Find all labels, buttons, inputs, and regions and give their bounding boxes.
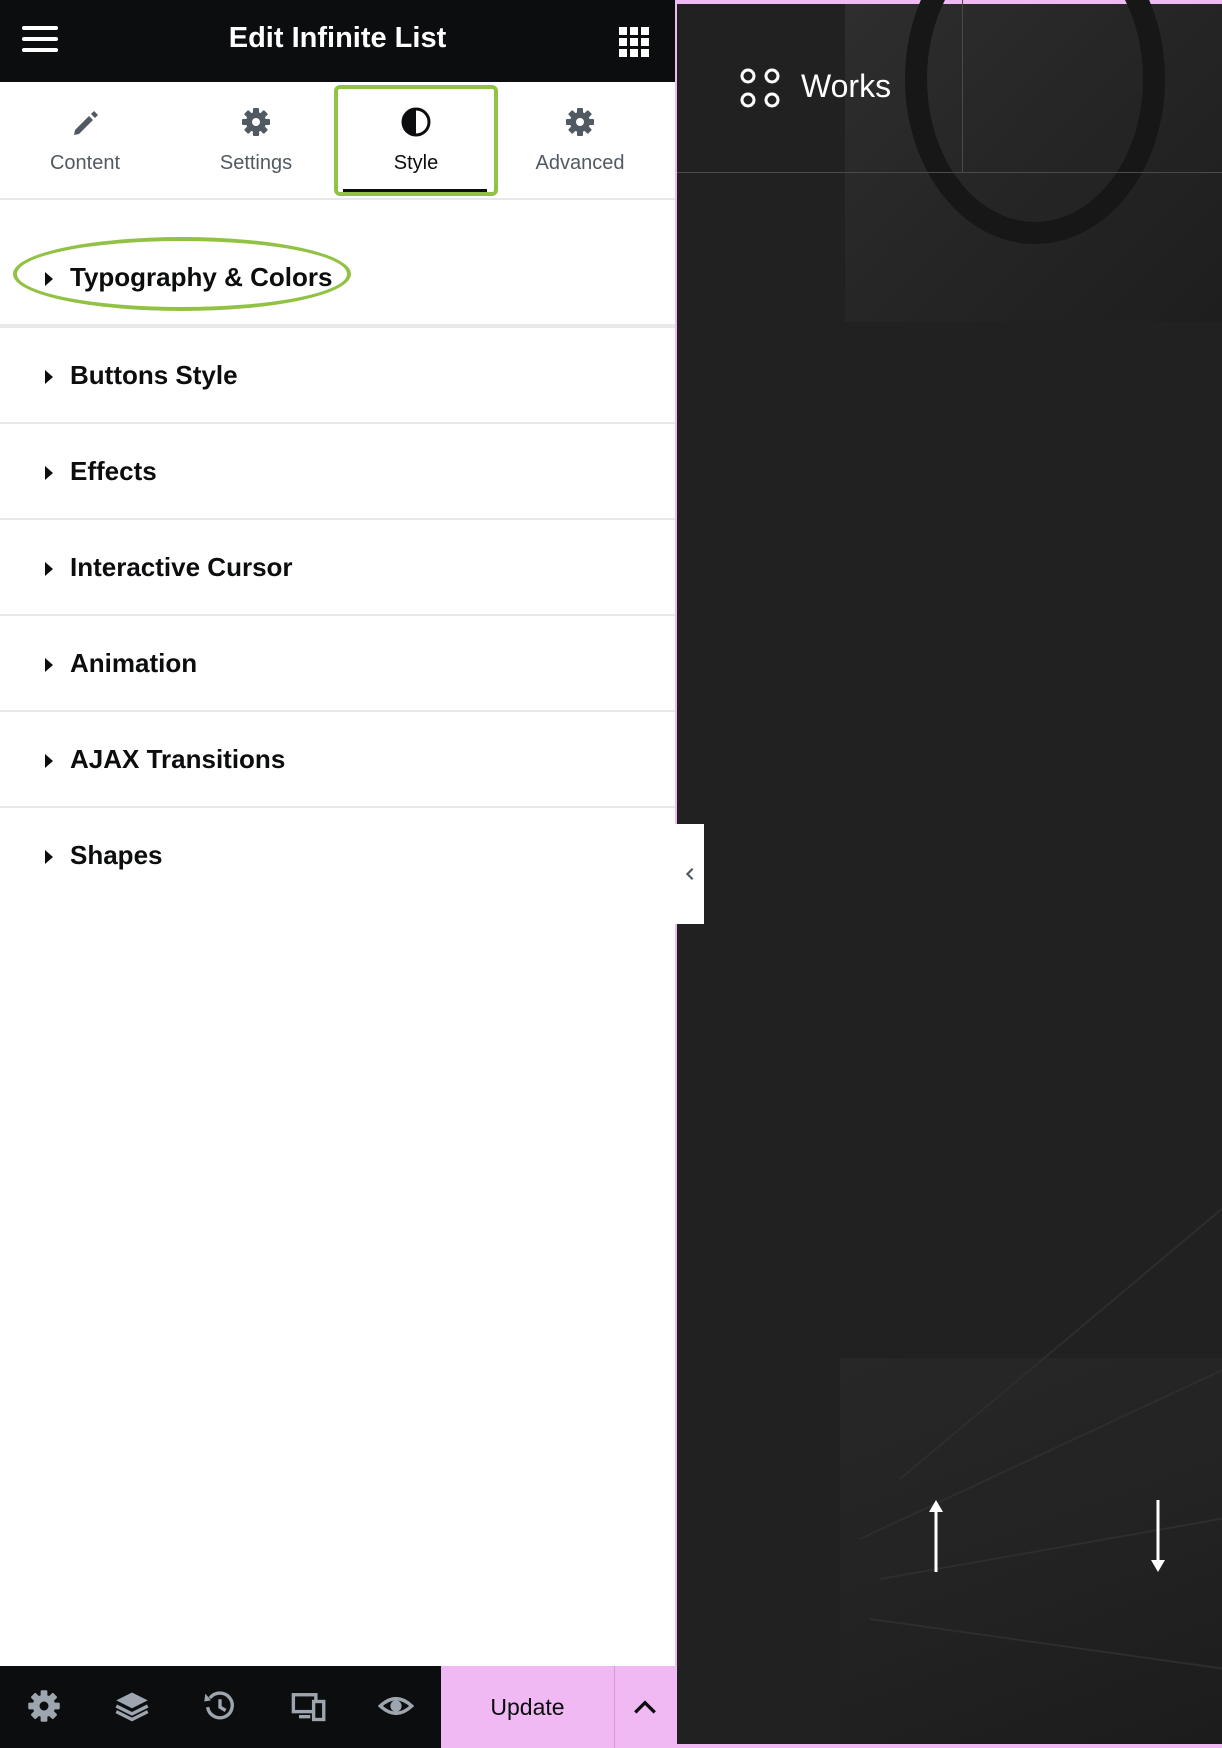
panel-header: Edit Infinite List	[0, 0, 675, 82]
section-effects[interactable]: Effects	[0, 424, 675, 522]
caret-right-icon	[45, 466, 53, 480]
caret-right-icon	[45, 658, 53, 672]
caret-right-icon	[45, 850, 53, 864]
section-typography-colors[interactable]: Typography & Colors	[0, 230, 675, 328]
update-button[interactable]: Update	[441, 1666, 614, 1748]
section-buttons-style[interactable]: Buttons Style	[0, 328, 675, 426]
update-options-button[interactable]	[614, 1666, 675, 1748]
eye-icon[interactable]	[378, 1688, 414, 1724]
editor-panel: Edit Infinite List Content Settings Styl…	[0, 0, 675, 1748]
tab-content[interactable]: Content	[0, 82, 170, 198]
tab-settings-label: Settings	[219, 152, 293, 174]
half-circle-icon	[401, 107, 431, 137]
section-label: Typography & Colors	[70, 262, 333, 292]
section-label: Interactive Cursor	[70, 552, 293, 582]
caret-right-icon	[45, 754, 53, 768]
section-label: Buttons Style	[70, 360, 238, 390]
tab-style-label: Style	[393, 152, 439, 174]
panel-tabs: Content Settings Style Advanced	[0, 82, 675, 200]
collapse-panel-button[interactable]	[675, 824, 704, 924]
grid-line-horizontal	[677, 172, 1222, 173]
section-ajax-transitions[interactable]: AJAX Transitions	[0, 712, 675, 810]
motorcycle-image	[845, 0, 1222, 322]
section-label: Effects	[70, 456, 157, 486]
grid-line-vertical	[962, 0, 963, 172]
tab-advanced[interactable]: Advanced	[495, 82, 665, 198]
arrow-up-icon[interactable]	[926, 1500, 946, 1572]
works-menu-label[interactable]: Works	[801, 68, 891, 105]
caret-right-icon	[45, 562, 53, 576]
section-label: Animation	[70, 648, 198, 678]
gear-icon	[242, 108, 270, 136]
chevron-left-icon	[685, 867, 694, 881]
tab-style[interactable]: Style	[340, 82, 492, 198]
four-dots-icon[interactable]	[739, 67, 781, 109]
history-icon[interactable]	[202, 1688, 238, 1724]
apps-grid-icon[interactable]	[619, 27, 649, 57]
section-label: AJAX Transitions	[70, 744, 286, 774]
tab-content-label: Content	[49, 152, 121, 174]
caret-right-icon	[45, 272, 53, 286]
tab-settings[interactable]: Settings	[171, 82, 341, 198]
pencil-icon	[74, 111, 98, 135]
section-animation[interactable]: Animation	[0, 616, 675, 714]
chevron-up-icon	[634, 1700, 656, 1714]
active-tab-indicator	[343, 189, 487, 192]
page-preview: Works	[677, 0, 1222, 1748]
section-label: Shapes	[70, 840, 163, 870]
responsive-icon[interactable]	[290, 1688, 326, 1724]
caret-right-icon	[45, 370, 53, 384]
gear-icon	[566, 108, 594, 136]
section-shapes[interactable]: Shapes	[0, 808, 675, 902]
arrow-down-icon[interactable]	[1148, 1500, 1168, 1572]
preview-bottom-border	[677, 1744, 1222, 1748]
gear-icon[interactable]	[26, 1688, 62, 1724]
panel-title: Edit Infinite List	[228, 22, 447, 54]
tab-advanced-label: Advanced	[535, 152, 625, 174]
layers-icon[interactable]	[114, 1688, 150, 1724]
section-interactive-cursor[interactable]: Interactive Cursor	[0, 520, 675, 618]
